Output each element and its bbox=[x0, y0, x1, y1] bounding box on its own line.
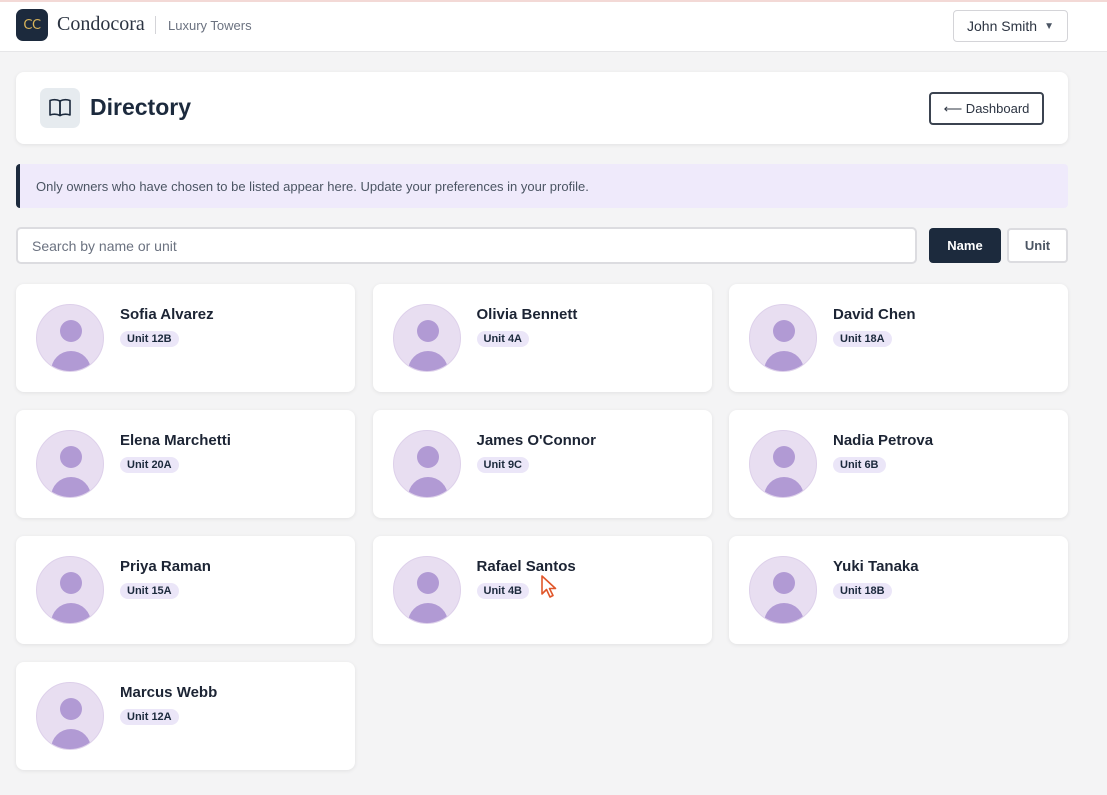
brand-name[interactable]: Condocora bbox=[57, 13, 145, 36]
owner-name: David Chen bbox=[833, 306, 916, 323]
owner-name: Yuki Tanaka bbox=[833, 558, 919, 575]
avatar-head bbox=[60, 446, 82, 468]
brand-divider bbox=[155, 16, 156, 34]
book-open-icon bbox=[40, 88, 80, 128]
avatar-placeholder-icon bbox=[749, 430, 817, 498]
owner-name: Priya Raman bbox=[120, 558, 211, 575]
unit-badge: Unit 4A bbox=[476, 331, 529, 347]
avatar-head bbox=[773, 320, 795, 342]
page-header: Directory ⟵ Dashboard bbox=[16, 72, 1068, 144]
unit-badge: Unit 20A bbox=[120, 457, 179, 473]
avatar-head bbox=[60, 698, 82, 720]
user-menu-button[interactable]: John Smith ▼ bbox=[953, 10, 1068, 42]
owner-card[interactable]: Yuki Tanaka Unit 18B bbox=[729, 536, 1068, 644]
avatar-head bbox=[416, 446, 439, 468]
avatar-placeholder-icon bbox=[392, 304, 461, 372]
avatar-head bbox=[773, 446, 795, 468]
owner-card[interactable]: James O'Connor Unit 9C bbox=[372, 410, 712, 518]
dashboard-button[interactable]: ⟵ Dashboard bbox=[929, 92, 1044, 125]
owner-name: Rafael Santos bbox=[476, 558, 576, 575]
unit-badge: Unit 4B bbox=[476, 583, 529, 599]
avatar-head bbox=[60, 572, 82, 594]
unit-badge: Unit 18A bbox=[833, 331, 892, 347]
avatar-body bbox=[407, 477, 448, 497]
unit-badge: Unit 9C bbox=[476, 457, 529, 473]
avatar-head bbox=[416, 572, 439, 594]
avatar-body bbox=[407, 351, 448, 371]
owner-card[interactable]: Elena Marchetti Unit 20A bbox=[16, 410, 355, 518]
avatar-body bbox=[764, 351, 804, 371]
avatar-placeholder-icon bbox=[749, 556, 817, 624]
unit-badge: Unit 15A bbox=[120, 583, 179, 599]
avatar-body bbox=[51, 351, 91, 371]
avatar-body bbox=[51, 603, 91, 623]
property-name: Luxury Towers bbox=[168, 18, 252, 33]
avatar-body bbox=[764, 477, 804, 497]
avatar-head bbox=[60, 320, 82, 342]
owner-name: James O'Connor bbox=[476, 432, 596, 449]
avatar-body bbox=[51, 729, 91, 749]
avatar-head bbox=[773, 572, 795, 594]
user-name: John Smith bbox=[967, 18, 1038, 34]
avatar-placeholder-icon bbox=[392, 556, 461, 624]
sort-by-unit-button[interactable]: Unit bbox=[1007, 228, 1068, 263]
owner-card[interactable]: Sofia Alvarez Unit 12B bbox=[16, 284, 355, 392]
owner-name: Nadia Petrova bbox=[833, 432, 934, 449]
unit-badge: Unit 12A bbox=[120, 709, 179, 725]
owner-card[interactable]: Marcus Webb Unit 12A bbox=[16, 662, 355, 770]
avatar-placeholder-icon bbox=[36, 430, 104, 498]
unit-badge: Unit 6B bbox=[833, 457, 886, 473]
avatar-head bbox=[416, 320, 439, 342]
avatar-placeholder-icon bbox=[36, 682, 104, 750]
avatar-body bbox=[407, 603, 448, 623]
owner-name: Elena Marchetti bbox=[120, 432, 231, 449]
owner-name: Olivia Bennett bbox=[476, 306, 578, 323]
owner-name: Sofia Alvarez bbox=[120, 306, 214, 323]
avatar-placeholder-icon bbox=[36, 556, 104, 624]
owner-card[interactable]: Rafael Santos Unit 4B bbox=[372, 536, 712, 644]
owner-grid: Sofia Alvarez Unit 12B Olivia Bennett Unit … bbox=[16, 284, 1068, 770]
owner-card[interactable]: David Chen Unit 18A bbox=[729, 284, 1068, 392]
logo-text: CC bbox=[23, 17, 41, 33]
owner-card[interactable]: Priya Raman Unit 15A bbox=[16, 536, 355, 644]
logo-badge[interactable]: CC bbox=[16, 9, 48, 41]
privacy-notice: Only owners who have chosen to be listed… bbox=[16, 164, 1068, 208]
avatar-body bbox=[51, 477, 91, 497]
top-bar: CC Condocora Luxury Towers John Smith ▼ bbox=[0, 0, 1107, 52]
avatar-placeholder-icon bbox=[392, 430, 461, 498]
caret-down-icon: ▼ bbox=[1044, 20, 1054, 32]
unit-badge: Unit 12B bbox=[120, 331, 179, 347]
avatar-body bbox=[764, 603, 804, 623]
unit-badge: Unit 18B bbox=[833, 583, 892, 599]
avatar-placeholder-icon bbox=[36, 304, 104, 372]
owner-name: Marcus Webb bbox=[120, 684, 218, 701]
sort-by-name-button[interactable]: Name bbox=[929, 228, 1001, 263]
search-input[interactable] bbox=[16, 227, 917, 264]
avatar-placeholder-icon bbox=[749, 304, 817, 372]
owner-card[interactable]: Nadia Petrova Unit 6B bbox=[729, 410, 1068, 518]
page-title: Directory bbox=[90, 94, 191, 120]
notice-text: Only owners who have chosen to be listed… bbox=[36, 178, 589, 194]
owner-card[interactable]: Olivia Bennett Unit 4A bbox=[372, 284, 712, 392]
